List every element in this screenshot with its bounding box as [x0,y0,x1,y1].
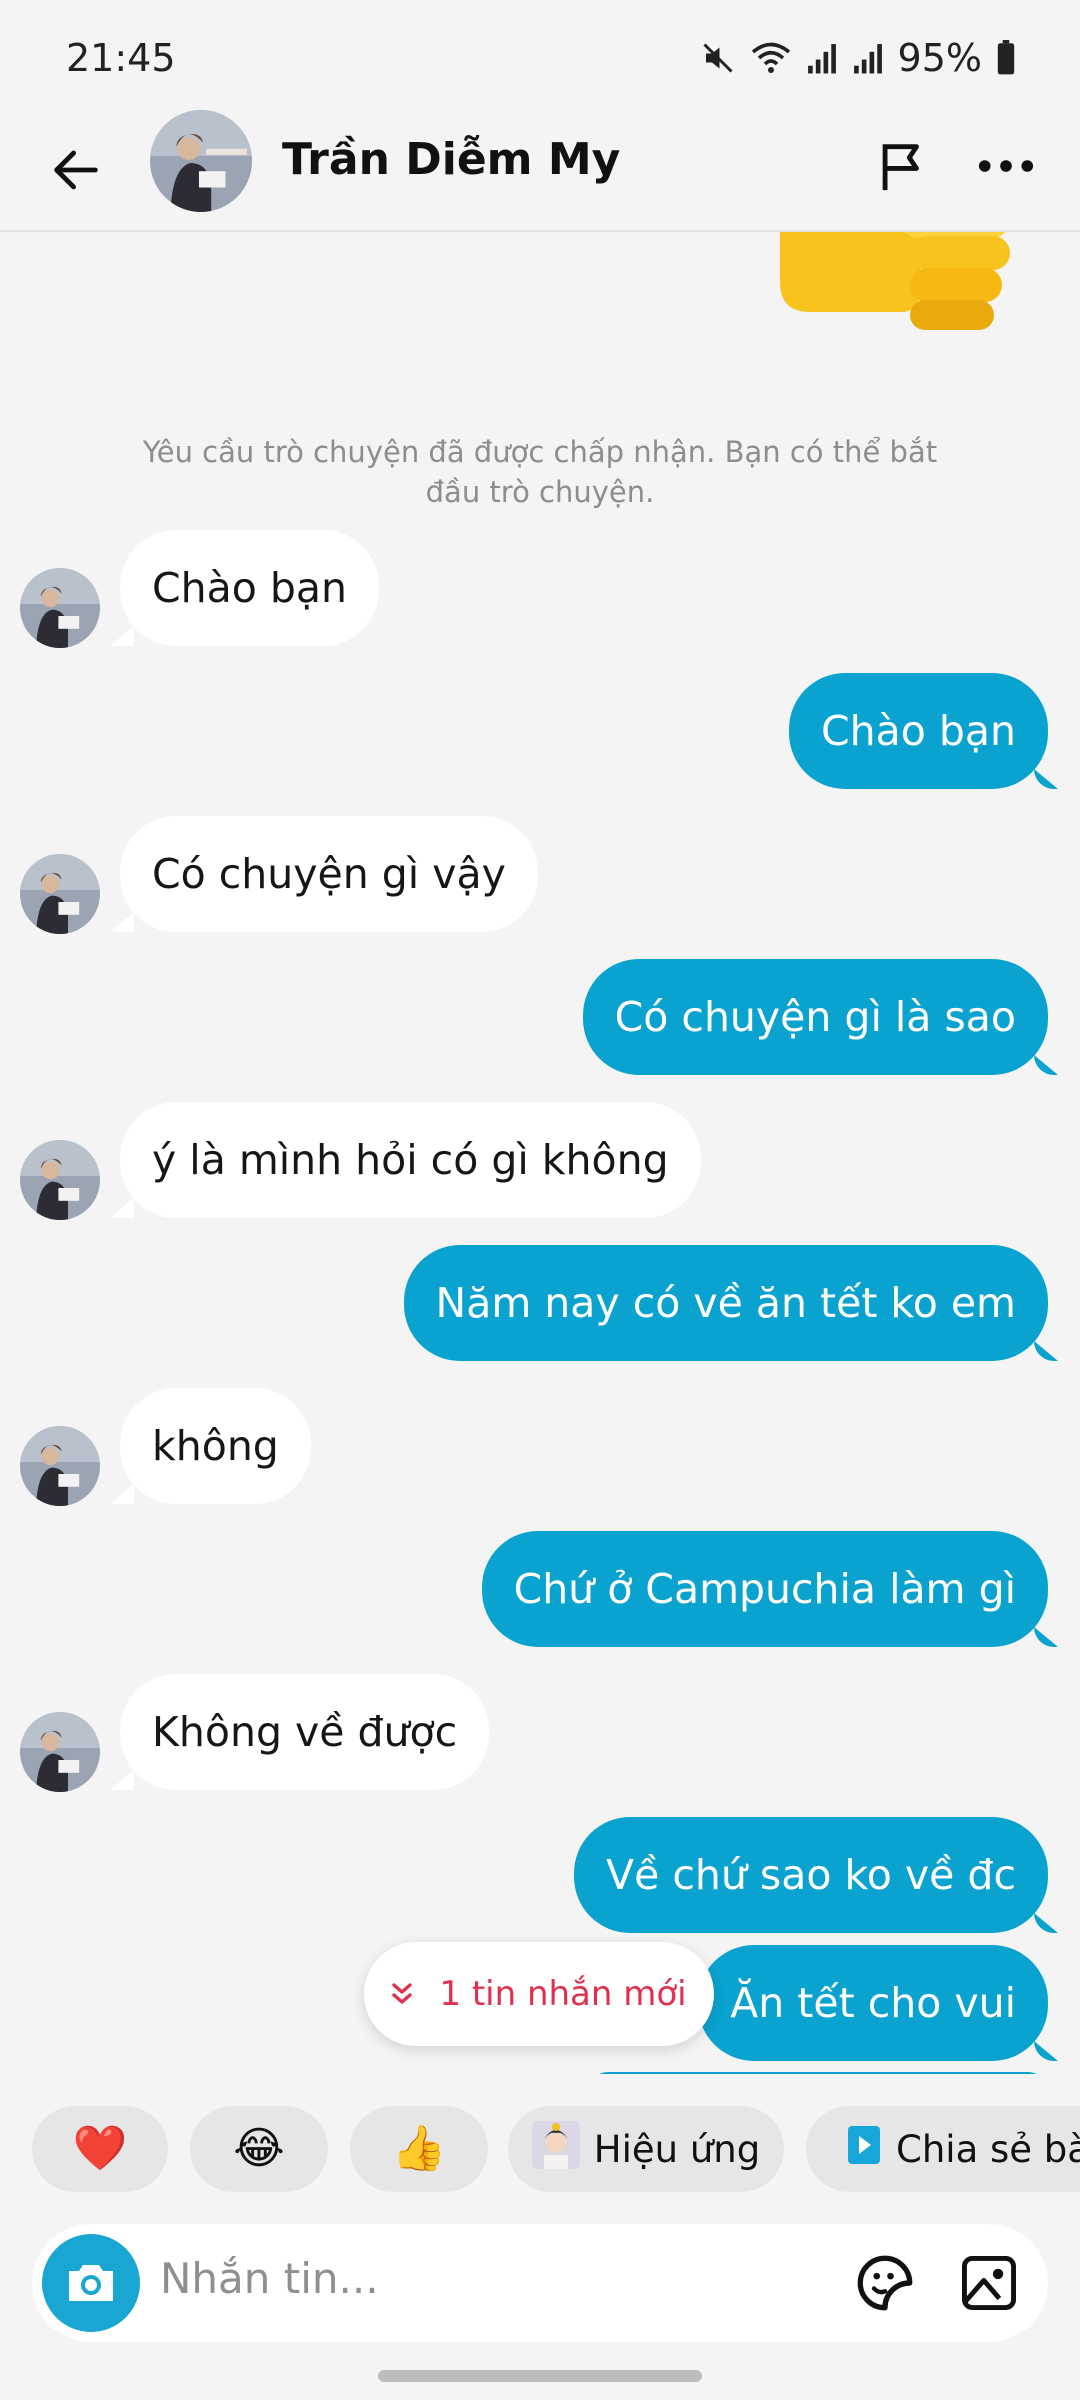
sender-avatar[interactable] [20,568,100,648]
reaction-laugh-button[interactable]: 😂 [190,2106,328,2192]
sender-avatar[interactable] [20,1140,100,1220]
status-icons: 95% [700,36,1016,80]
contact-name[interactable]: Trần Diễm My [282,134,620,185]
message-bubble-outgoing-partial [588,2072,1048,2074]
message-bubble-incoming[interactable]: không [120,1388,311,1504]
message-list[interactable]: Yêu cầu trò chuyện đã được chấp nhận. Bạ… [0,232,1080,2074]
gallery-icon [962,2256,1016,2310]
message-bubble-outgoing[interactable]: Chào bạn [789,673,1048,789]
message-bubble-outgoing[interactable]: Về chứ sao ko về đc [574,1817,1048,1933]
message-bubble-outgoing[interactable]: Chứ ở Campuchia làm gì [481,1531,1048,1647]
share-button[interactable]: Chia sẻ bà [806,2106,1080,2192]
message-bubble-incoming[interactable]: Chào bạn [120,530,379,646]
share-label: Chia sẻ bà [896,2127,1080,2171]
status-time: 21:45 [66,36,176,80]
new-messages-label: 1 tin nhắn mới [439,1974,687,2014]
thumbs-up-sticker[interactable] [770,232,1030,342]
battery-percent: 95% [897,36,982,80]
sender-avatar[interactable] [20,854,100,934]
gallery-button[interactable] [954,2248,1024,2318]
mute-icon [700,40,736,76]
chat-header: Trần Diễm My [0,110,1080,232]
laughing-icon: 😂 [233,2123,285,2174]
message-bubble-incoming[interactable]: Không về được [120,1674,490,1790]
contact-avatar[interactable] [150,110,252,212]
sticker-button[interactable] [850,2248,920,2318]
back-arrow-icon [54,150,98,190]
more-icon [978,160,1034,172]
wifi-icon [750,40,792,76]
sticker-icon [857,2255,913,2311]
back-button[interactable] [40,134,112,206]
share-icon [846,2124,882,2175]
camera-button[interactable] [42,2234,140,2332]
status-bar: 21:45 95% [0,0,1080,110]
heart-icon: ❤️ [72,2123,128,2174]
message-bubble-incoming[interactable]: ý là mình hỏi có gì không [120,1102,701,1218]
double-chevron-down-icon [392,1983,413,2004]
message-bubble-outgoing[interactable]: Năm nay có về ăn tết ko em [403,1245,1048,1361]
signal-icon [806,41,838,75]
new-messages-button[interactable]: 1 tin nhắn mới [364,1942,714,2046]
report-button[interactable] [866,130,938,202]
battery-icon [996,40,1016,76]
sender-avatar[interactable] [20,1712,100,1792]
reaction-heart-button[interactable]: ❤️ [32,2106,168,2192]
effects-label: Hiệu ứng [593,2127,761,2171]
message-composer: Nhắn tin... [32,2224,1048,2342]
home-indicator[interactable] [378,2370,702,2382]
sender-avatar[interactable] [20,1426,100,1506]
more-options-button[interactable] [970,130,1042,202]
camera-icon [69,2265,113,2301]
message-input[interactable]: Nhắn tin... [160,2254,379,2303]
effects-button[interactable]: Hiệu ứng [508,2106,784,2192]
quick-reactions-bar: ❤️ 😂 👍 Hiệu ứng Chia sẻ bà [0,2106,1080,2192]
system-note: Yêu cầu trò chuyện đã được chấp nhận. Bạ… [142,435,938,509]
thumbs-up-icon: 👍 [391,2123,447,2174]
message-bubble-outgoing[interactable]: Có chuyện gì là sao [582,959,1048,1075]
reaction-thumbs-up-button[interactable]: 👍 [350,2106,488,2192]
message-bubble-incoming[interactable]: Có chuyện gì vậy [120,816,538,932]
flag-icon [882,144,919,191]
signal-icon [852,41,884,75]
message-bubble-outgoing[interactable]: Ăn tết cho vui [698,1945,1048,2061]
effect-avatar-icon [531,2120,580,2178]
